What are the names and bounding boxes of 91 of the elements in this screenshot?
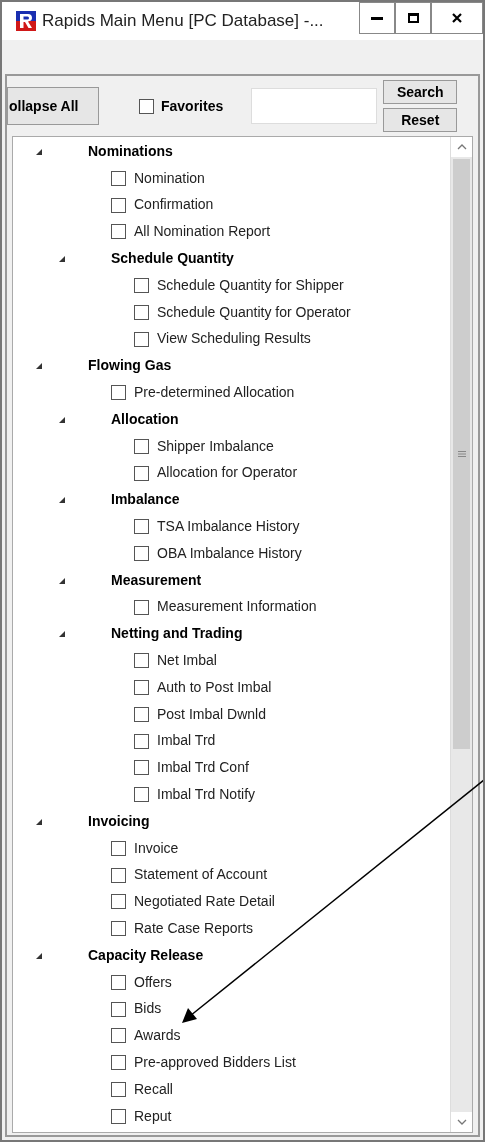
- checkbox[interactable]: [134, 465, 149, 481]
- tree-item-label[interactable]: OBA Imbalance History: [157, 542, 302, 564]
- grip-icon: [457, 451, 466, 457]
- checkbox[interactable]: [134, 599, 149, 615]
- tree-group-label[interactable]: Schedule Quantity: [111, 248, 234, 270]
- tree-item-label[interactable]: TSA Imbalance History: [157, 516, 300, 538]
- scrollbar[interactable]: [450, 137, 472, 1132]
- checkbox[interactable]: [134, 278, 149, 293]
- checkbox[interactable]: [111, 1055, 126, 1071]
- expander-icon[interactable]: [58, 496, 66, 505]
- checkbox[interactable]: [134, 787, 149, 803]
- close-button[interactable]: [431, 2, 483, 34]
- scroll-up-icon[interactable]: [456, 144, 467, 150]
- tree-item-label[interactable]: Measurement Information: [157, 596, 317, 618]
- expander-icon[interactable]: [35, 362, 43, 371]
- expander-icon[interactable]: [35, 148, 43, 156]
- tree-item-label[interactable]: All Nomination Report: [134, 221, 271, 243]
- checkbox[interactable]: [111, 197, 126, 213]
- checkbox[interactable]: [134, 653, 149, 669]
- tree-group-label[interactable]: Imbalance: [111, 489, 180, 511]
- expander-icon[interactable]: [58, 255, 66, 264]
- search-button[interactable]: Search: [383, 80, 458, 104]
- checkbox[interactable]: [111, 867, 126, 883]
- tree-group-label[interactable]: Netting and Trading: [111, 623, 243, 645]
- scroll-down-icon[interactable]: [456, 1119, 467, 1125]
- checkbox[interactable]: [134, 706, 149, 722]
- search-field[interactable]: [251, 88, 378, 124]
- tree-item-label[interactable]: Schedule Quantity for Operator: [157, 301, 351, 323]
- favorites-label: Favorites: [161, 96, 224, 116]
- minimize-button[interactable]: [359, 2, 395, 34]
- tree-item-label[interactable]: Nomination: [134, 167, 205, 189]
- tree-item-label[interactable]: Offers: [134, 971, 172, 993]
- tree-item-label[interactable]: Rate Case Reports: [134, 918, 254, 939]
- checkbox[interactable]: [111, 1108, 126, 1124]
- tree-item-label[interactable]: Awards: [134, 1025, 181, 1047]
- checkbox[interactable]: [111, 1028, 126, 1044]
- tree-group-label[interactable]: Nominations: [88, 140, 173, 162]
- expander-icon[interactable]: [58, 415, 66, 424]
- close-icon: [452, 13, 462, 23]
- checkbox[interactable]: [134, 760, 149, 776]
- tree-item-label[interactable]: Imbal Trd Conf: [157, 757, 249, 779]
- tree-item-label[interactable]: Pre-approved Bidders List: [134, 1052, 296, 1073]
- checkbox[interactable]: [134, 679, 149, 695]
- tree-item-label[interactable]: Schedule Quantity for Shipper: [157, 274, 344, 296]
- tree-item-label[interactable]: Confirmation: [134, 194, 214, 216]
- tree-item-label[interactable]: Auth to Post Imbal: [157, 676, 272, 698]
- tree-item-label[interactable]: Net Imbal: [157, 650, 217, 672]
- reset-button[interactable]: Reset: [383, 108, 458, 132]
- tree-item-label[interactable]: Pre-determined Allocation: [134, 382, 295, 404]
- window-title: Rapids Main Menu [PC Database] -...: [42, 10, 324, 33]
- tree-group-label[interactable]: Measurement: [111, 569, 202, 591]
- tree-item-label[interactable]: Reput: [134, 1105, 172, 1127]
- checkbox[interactable]: [111, 224, 126, 240]
- tree-group-label[interactable]: Allocation: [111, 408, 179, 430]
- tree-item-label[interactable]: View Scheduling Results: [157, 328, 311, 350]
- app-logo-icon: [16, 11, 36, 31]
- checkbox[interactable]: [111, 1081, 126, 1097]
- tree-item-label[interactable]: Imbal Trd: [157, 730, 216, 752]
- tree-item-label[interactable]: Imbal Trd Notify: [157, 784, 256, 805]
- checkbox[interactable]: [111, 170, 126, 186]
- expander-icon[interactable]: [58, 576, 66, 585]
- tree-item-label[interactable]: Bids: [134, 998, 162, 1020]
- checkbox[interactable]: [134, 545, 149, 561]
- checkbox[interactable]: [111, 385, 126, 401]
- tree-item-label[interactable]: Invoice: [134, 837, 179, 859]
- tree-item-label[interactable]: Negotiated Rate Detail: [134, 891, 275, 913]
- maximize-button[interactable]: [395, 2, 431, 34]
- tree-group-label[interactable]: Invoicing: [88, 810, 150, 832]
- favorites-checkbox[interactable]: [139, 98, 154, 114]
- checkbox[interactable]: [134, 438, 149, 454]
- expander-icon[interactable]: [35, 951, 43, 960]
- checkbox[interactable]: [111, 840, 126, 856]
- checkbox[interactable]: [134, 733, 149, 749]
- tree-item-label[interactable]: Post Imbal Dwnld: [157, 703, 266, 725]
- expander-icon[interactable]: [58, 630, 66, 639]
- tree-item-label[interactable]: Shipper Imbalance: [157, 435, 274, 457]
- tree-item-label[interactable]: Recall: [134, 1078, 173, 1100]
- tree-item-label[interactable]: Statement of Account: [134, 864, 268, 886]
- checkbox[interactable]: [111, 974, 126, 990]
- checkbox[interactable]: [134, 519, 149, 535]
- checkbox[interactable]: [134, 331, 149, 347]
- checkbox[interactable]: [111, 1001, 126, 1017]
- expander-icon[interactable]: [35, 817, 43, 826]
- scroll-thumb[interactable]: [453, 159, 470, 749]
- tree-item-label[interactable]: Allocation for Operator: [157, 462, 298, 484]
- checkbox[interactable]: [111, 921, 126, 937]
- tree-group-label[interactable]: Capacity Release: [88, 944, 204, 966]
- collapse-all-button[interactable]: ollapse All: [7, 87, 99, 125]
- checkbox[interactable]: [134, 304, 149, 320]
- checkbox[interactable]: [111, 894, 126, 910]
- tree-group-label[interactable]: Flowing Gas: [88, 355, 172, 377]
